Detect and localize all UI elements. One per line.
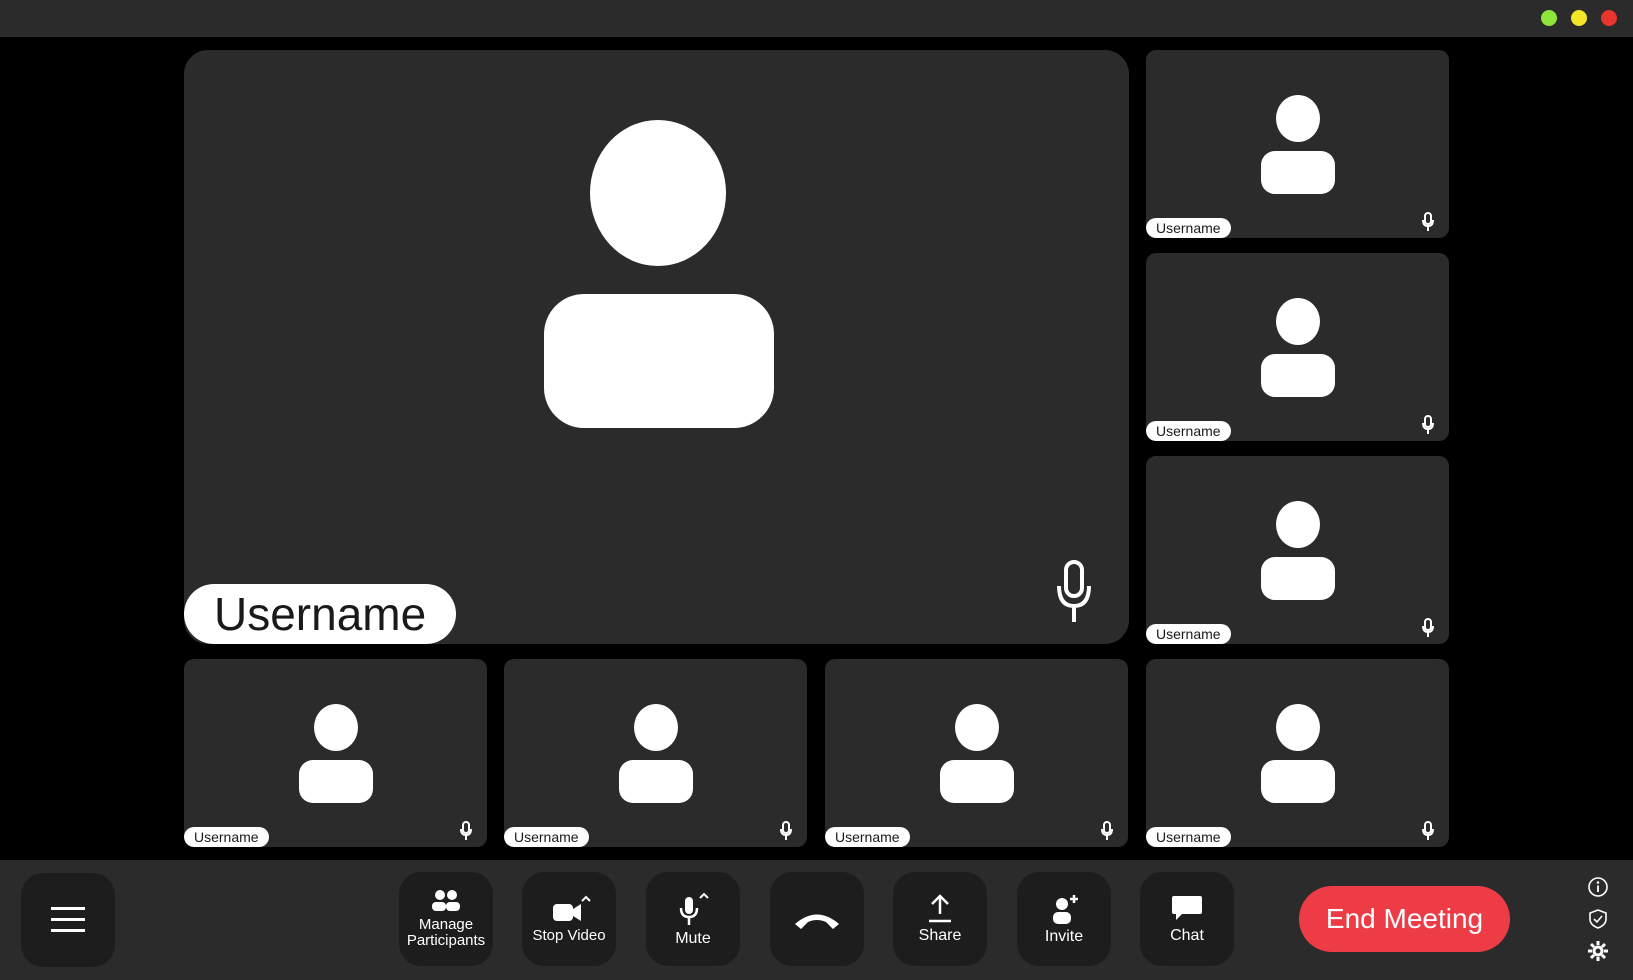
window-minimize-button[interactable] (1571, 10, 1587, 26)
main-video-tile[interactable]: Username (184, 50, 1129, 644)
participant-username-label: Username (184, 827, 269, 847)
mute-button[interactable]: Mute (646, 872, 740, 966)
hamburger-menu-icon (51, 907, 85, 932)
chat-bubble-icon (1172, 896, 1202, 920)
participant-tile[interactable]: Username (504, 659, 807, 847)
participant-username-label: Username (504, 827, 589, 847)
participant-username-label: Username (825, 827, 910, 847)
title-bar (0, 0, 1633, 37)
microphone-icon[interactable] (780, 821, 792, 841)
manage-participants-button[interactable]: Manage Participants (399, 872, 493, 966)
microphone-icon[interactable] (460, 821, 472, 841)
stop-video-label: Stop Video (532, 927, 606, 944)
manage-participants-label: Manage Participants (406, 916, 486, 949)
gear-icon (1588, 941, 1608, 961)
microphone-icon[interactable] (1422, 821, 1434, 841)
participant-tile[interactable]: Username (184, 659, 487, 847)
share-label: Share (918, 927, 962, 944)
stop-video-button[interactable]: Stop Video (522, 872, 616, 966)
participant-username-label: Username (1146, 421, 1231, 441)
main-username-label: Username (184, 584, 457, 644)
participant-tile[interactable]: Username (1146, 456, 1449, 644)
chat-button[interactable]: Chat (1140, 872, 1234, 966)
microphone-icon[interactable] (1422, 618, 1434, 638)
window-maximize-button[interactable] (1541, 10, 1557, 26)
participant-tile[interactable]: Username (825, 659, 1128, 847)
end-meeting-button[interactable]: End Meeting (1299, 886, 1510, 952)
participant-username-label: Username (1146, 218, 1231, 238)
chat-label: Chat (1170, 927, 1204, 944)
participant-username-label: Username (1146, 827, 1231, 847)
video-grid: Username Username Username Username User… (0, 37, 1633, 860)
microphone-icon (679, 892, 709, 925)
settings-button[interactable] (1585, 938, 1611, 964)
participants-icon (432, 890, 460, 911)
meeting-toolbar: Manage Participants Stop Video Mute Shar… (0, 860, 1633, 980)
info-button[interactable] (1585, 874, 1611, 900)
microphone-icon[interactable] (1422, 212, 1434, 232)
participant-tile[interactable]: Username (1146, 253, 1449, 441)
invite-button[interactable]: Invite (1017, 872, 1111, 966)
info-icon (1588, 877, 1608, 897)
shield-icon (1589, 909, 1607, 929)
invite-label: Invite (1044, 928, 1084, 945)
mute-label: Mute (675, 930, 711, 947)
security-button[interactable] (1585, 906, 1611, 932)
hang-up-button[interactable] (770, 872, 864, 966)
microphone-icon[interactable] (1056, 560, 1092, 624)
share-button[interactable]: Share (893, 872, 987, 966)
window-close-button[interactable] (1601, 10, 1617, 26)
share-upload-icon (929, 894, 951, 923)
microphone-icon[interactable] (1422, 415, 1434, 435)
phone-hangup-icon (795, 914, 839, 929)
video-camera-icon (553, 895, 591, 921)
participant-tile[interactable]: Username (1146, 50, 1449, 238)
menu-button[interactable] (21, 873, 115, 967)
add-user-icon (1053, 895, 1078, 924)
participant-username-label: Username (1146, 624, 1231, 644)
participant-tile[interactable]: Username (1146, 659, 1449, 847)
microphone-icon[interactable] (1101, 821, 1113, 841)
